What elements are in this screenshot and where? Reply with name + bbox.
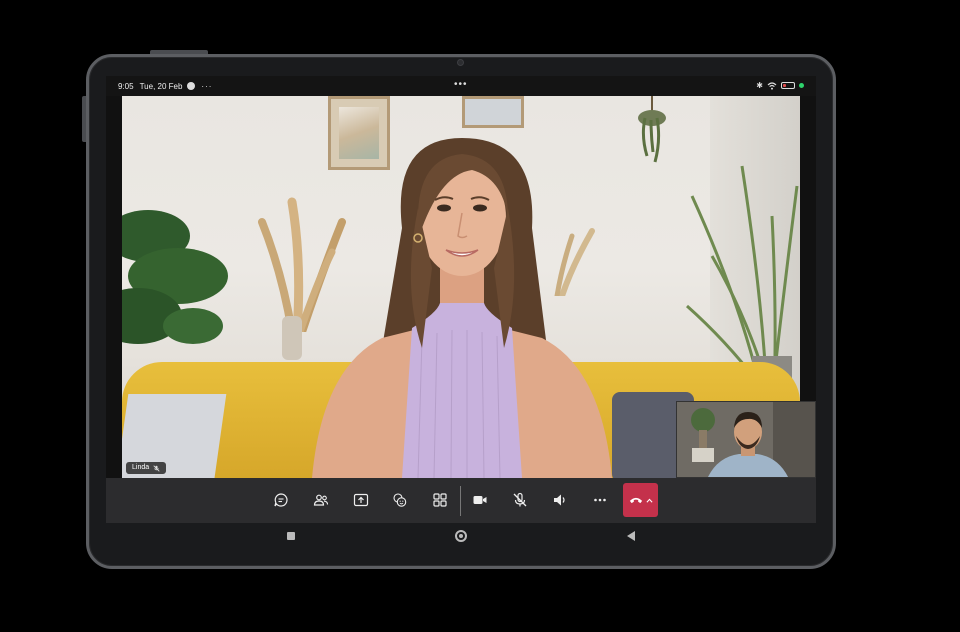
navigation-bar (106, 523, 816, 549)
speaker-button[interactable] (547, 487, 573, 513)
participant-linda (312, 138, 612, 478)
chat-bubble-icon (274, 493, 288, 507)
monstera-plant (122, 210, 228, 344)
control-divider (460, 486, 461, 516)
reactions-icon (393, 493, 407, 507)
phone-hangup-icon (629, 497, 642, 504)
grid-view-button[interactable] (427, 487, 453, 513)
app-notification-icon (187, 82, 196, 90)
call-control-bar (106, 478, 816, 523)
status-icons: ✱ (756, 81, 804, 90)
window-handle-dots[interactable]: ••• (454, 79, 468, 90)
people-button[interactable] (308, 487, 334, 513)
hang-up-button[interactable] (623, 483, 658, 517)
front-camera (457, 59, 464, 66)
tall-grass-plant (686, 165, 799, 396)
camera-toggle-button[interactable] (467, 487, 493, 513)
more-options-button[interactable] (587, 487, 613, 513)
wifi-icon (767, 81, 777, 90)
people-icon (313, 494, 329, 506)
back-button[interactable] (627, 531, 635, 541)
status-time: 9:05 (118, 81, 134, 91)
battery-level (783, 84, 786, 87)
chevron-up-icon[interactable] (645, 498, 653, 503)
status-bar: 9:05 Tue, 20 Feb ··· ••• ✱ (106, 76, 816, 96)
share-screen-button[interactable] (348, 487, 374, 513)
grid-view-icon (433, 493, 447, 507)
status-date: Tue, 20 Feb (139, 81, 183, 91)
share-screen-icon (353, 493, 369, 507)
privacy-indicator-dot (799, 83, 804, 88)
participant-name: Linda (132, 464, 150, 471)
tablet-screen: 9:05 Tue, 20 Feb ··· ••• ✱ Linda (106, 76, 816, 523)
recent-apps-button[interactable] (287, 532, 295, 540)
chat-button[interactable] (268, 487, 294, 513)
participant-name-tag: Linda (126, 462, 167, 474)
mic-muted-icon (153, 464, 160, 472)
self-view-video[interactable] (676, 401, 816, 478)
status-overflow-dots: ··· (201, 81, 213, 91)
mic-off-icon (513, 492, 527, 507)
bluetooth-icon: ✱ (756, 81, 763, 90)
mic-toggle-button[interactable] (507, 487, 533, 513)
self-view-participant (677, 402, 815, 477)
reactions-button[interactable] (387, 487, 413, 513)
home-button[interactable] (455, 530, 467, 542)
battery-icon (781, 82, 795, 89)
more-icon (594, 498, 606, 502)
video-camera-icon (473, 496, 487, 504)
speaker-icon (554, 494, 565, 506)
